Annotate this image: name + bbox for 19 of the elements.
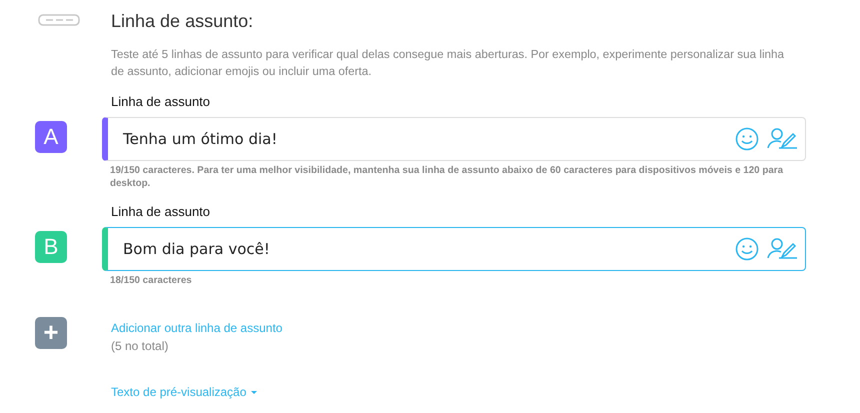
subject-input[interactable]: Bom dia para você! [102, 227, 806, 271]
emoji-icon [735, 127, 759, 151]
section-title: Linha de assunto: [111, 10, 254, 32]
personalize-icon [767, 127, 799, 151]
character-count: 18/150 caracteres [109, 274, 193, 287]
variant-badge: B [35, 231, 67, 263]
caret-icon [251, 391, 258, 394]
field-label: Linha de assunto [111, 94, 212, 110]
section-description: Teste até 5 linhas de assunto para verificar qual delas consegue mais aberturas. Por exemplo, experimente personalizar sua linha de assunto, adicionar emojis ou incluir uma oferta. [111, 47, 786, 80]
add-subject-link[interactable]: Adicionar outra linha de assunto [111, 319, 282, 337]
add-button[interactable]: + [35, 317, 67, 349]
emoji-icon [735, 237, 759, 261]
subject-input[interactable]: Tenha um ótimo dia! [102, 117, 806, 161]
total-note: (5 no total) [111, 338, 170, 355]
variant-badge: A [35, 121, 67, 153]
personalize-icon [767, 237, 799, 261]
preview-text-link[interactable]: Texto de pré-visualização [111, 383, 258, 401]
field-label: Linha de assunto [111, 204, 212, 220]
character-count: 19/150 caracteres. Para ter uma melhor visibilidade, mantenha sua linha de assunto abaixo de 60 caracteres para dispositivos móveis e 120 para desktop. [109, 164, 784, 190]
